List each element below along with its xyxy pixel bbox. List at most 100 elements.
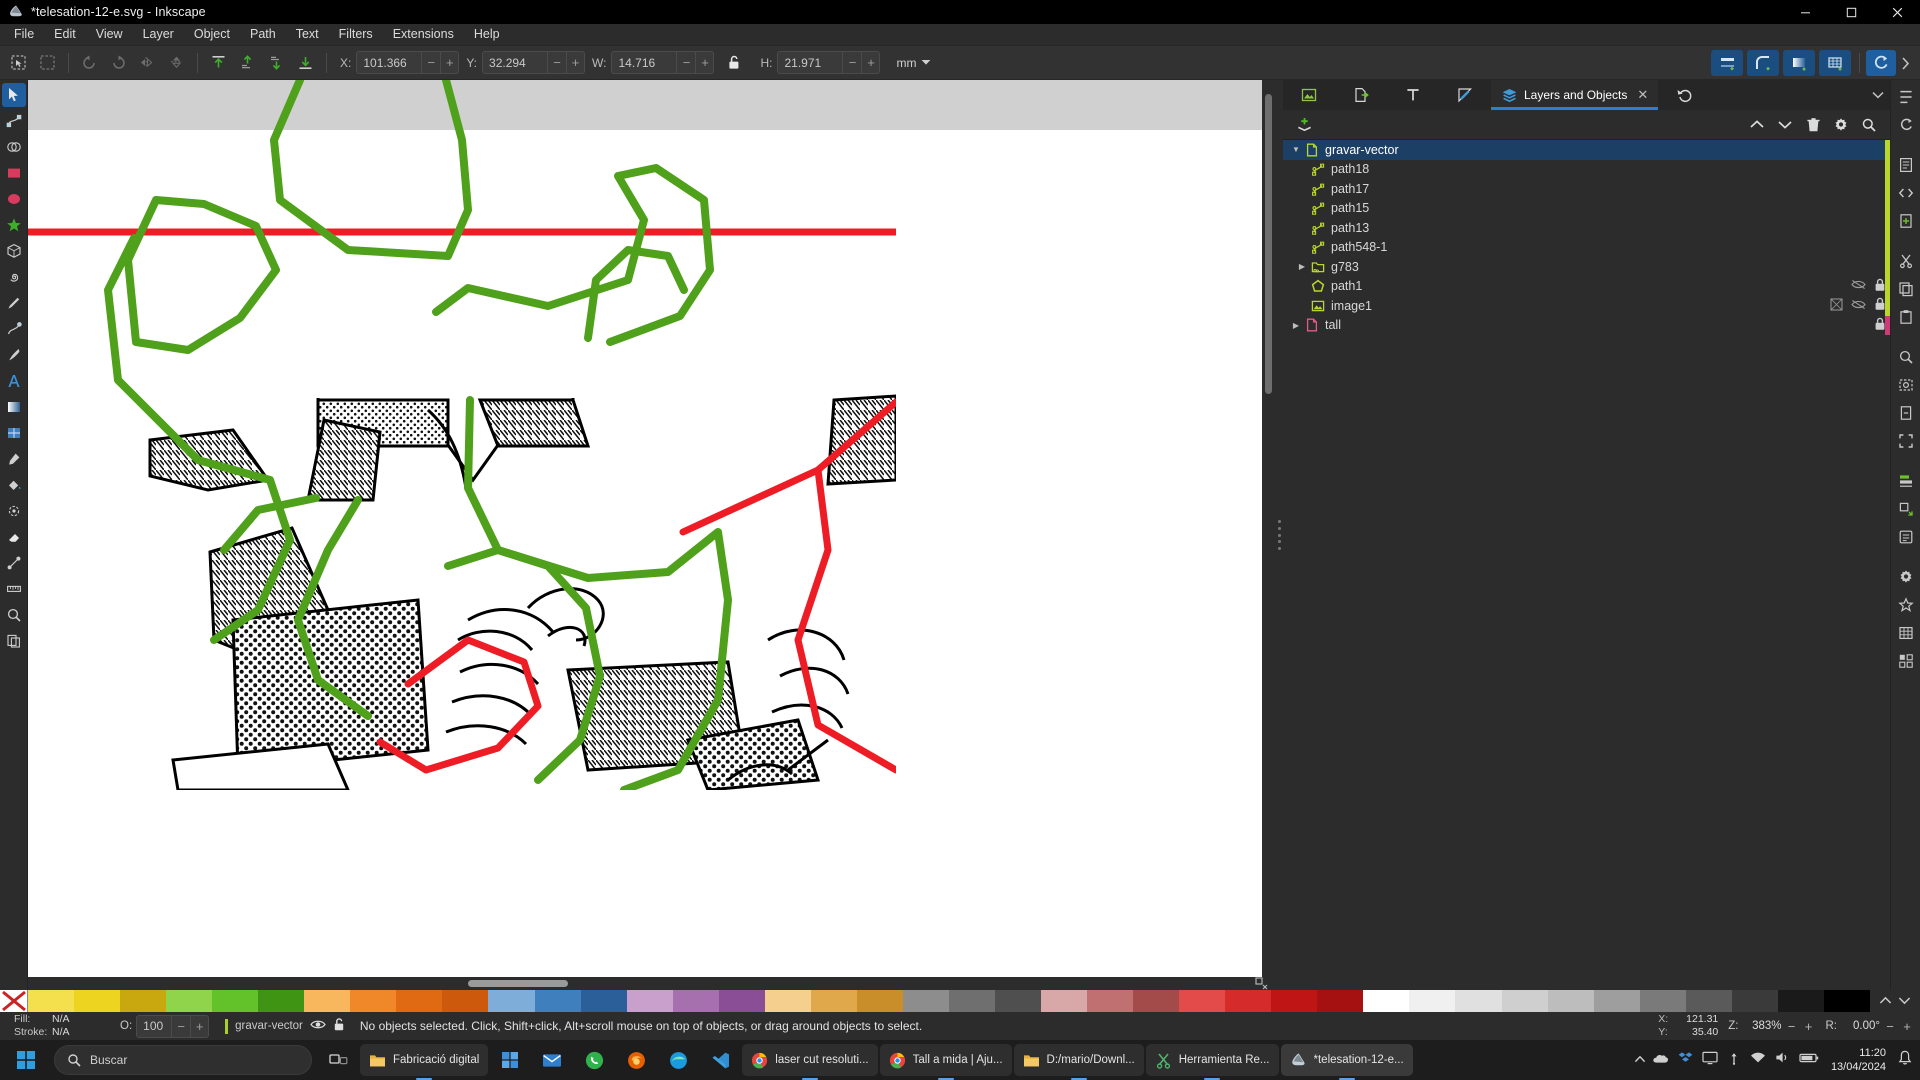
menu-object[interactable]: Object [184,24,240,45]
twisty-open-icon[interactable]: ▼ [1289,145,1303,154]
menu-edit[interactable]: Edit [44,24,86,45]
snap-controls-button[interactable] [1893,112,1919,138]
taskbar-clock[interactable]: 11:20 13/04/2024 [1825,1046,1892,1074]
zoom-fit-button[interactable] [1893,428,1919,454]
taskbar-item-fabricacio-digital[interactable]: Fabricació digital [360,1044,489,1076]
align-distribute-button[interactable] [1893,468,1919,494]
display-icon[interactable] [1702,1051,1718,1070]
palette-swatch[interactable] [120,990,167,1012]
rotation-control[interactable]: R: 0.00° − + [1826,1018,1915,1034]
maximize-button[interactable] [1828,0,1874,24]
preferences-button[interactable] [1893,564,1919,590]
zoom-value[interactable]: 383% [1742,1020,1781,1032]
taskbar-item-inkscape[interactable]: *telesation-12-e... [1280,1044,1413,1076]
taskbar-search[interactable]: Buscar [54,1045,312,1075]
dropbox-icon[interactable] [1678,1051,1693,1070]
menu-help[interactable]: Help [464,24,510,45]
tree-row-path548-1[interactable]: path548-1 [1283,237,1890,257]
palette-swatch[interactable] [488,990,535,1012]
zoom-in-button[interactable]: + [1802,1018,1816,1034]
deselect-button[interactable] [34,49,61,76]
palette-swatch[interactable] [1041,990,1088,1012]
taskbar-item-widgets[interactable] [490,1041,530,1079]
eraser-tool[interactable] [2,525,26,549]
connector-tool[interactable] [2,551,26,575]
palette-swatch[interactable] [902,990,949,1012]
zoom-drawing-button[interactable] [1893,344,1919,370]
palette-swatch[interactable] [1823,990,1870,1012]
flip-vertical-button[interactable] [163,49,190,76]
opacity-decrement[interactable]: − [172,1016,190,1037]
palette-swatch[interactable] [1271,990,1318,1012]
layer-settings-button[interactable] [1828,113,1854,137]
rotation-increment-button[interactable]: + [1900,1018,1914,1034]
palette-swatch[interactable] [764,990,811,1012]
y-decrement[interactable]: − [548,52,566,73]
y-field[interactable]: − + [482,51,586,74]
clip-indicator-icon[interactable] [1830,298,1843,314]
palette-swatch[interactable] [1455,990,1502,1012]
move-layer-down-button[interactable] [1772,113,1798,137]
h-decrement[interactable]: − [843,52,861,73]
h-input[interactable] [778,52,843,73]
menu-layer[interactable]: Layer [133,24,184,45]
x-decrement[interactable]: − [422,52,440,73]
menu-view[interactable]: View [86,24,133,45]
tab-layers-objects[interactable]: Layers and Objects ✕ [1491,80,1659,110]
object-properties-button[interactable] [1893,524,1919,550]
w-input[interactable] [612,52,677,73]
tree-row-path17[interactable]: path17 [1283,179,1890,199]
palette-swatch[interactable] [1179,990,1226,1012]
opacity-input[interactable] [137,1015,172,1037]
horizontal-scroll-thumb[interactable] [468,980,568,987]
palette-scroll-up-button[interactable] [1879,992,1892,1010]
pencil-tool[interactable] [2,291,26,315]
tray-overflow-button[interactable] [1634,1051,1646,1069]
tab-fill-stroke[interactable] [1439,80,1491,110]
tree-row-tall[interactable]: ▶ tall [1283,315,1890,335]
tree-row-path18[interactable]: path18 [1283,159,1890,179]
sound-icon[interactable] [1775,1051,1790,1069]
palette-swatch[interactable] [1593,990,1640,1012]
dropper-tool[interactable] [2,447,26,471]
h-increment[interactable]: + [861,52,879,73]
palette-scroll-down-button[interactable] [1898,992,1911,1010]
minimize-button[interactable] [1782,0,1828,24]
affect-patterns-button[interactable] [1819,50,1851,76]
palette-swatch[interactable] [1225,990,1272,1012]
start-button[interactable] [4,1040,48,1080]
xml-editor-button[interactable] [1893,180,1919,206]
twisty-closed-icon[interactable]: ▶ [1295,262,1309,271]
transform-button[interactable] [1893,496,1919,522]
palette-swatch[interactable] [1363,990,1410,1012]
palette-swatch[interactable] [994,990,1042,1012]
palette-swatch[interactable] [672,990,719,1012]
taskbar-item-downloads[interactable]: D:/mario/Downl... [1013,1044,1144,1076]
layer-visibility-toggle[interactable] [310,1018,326,1034]
affect-stroke-width-button[interactable] [1711,50,1743,76]
select-all-button[interactable] [5,49,32,76]
no-color-swatch[interactable] [0,990,28,1012]
layer-lock-toggle[interactable] [333,1017,346,1035]
lower-button[interactable] [263,49,290,76]
palette-swatch[interactable] [350,990,397,1012]
palette-swatch[interactable] [948,990,995,1012]
palette-swatch[interactable] [1731,990,1778,1012]
calligraphy-tool[interactable] [2,343,26,367]
star-tool[interactable] [2,213,26,237]
palette-swatch[interactable] [856,990,903,1012]
x-field[interactable]: − + [356,51,460,74]
x-input[interactable] [357,52,422,73]
lower-to-bottom-button[interactable] [292,49,319,76]
notification-button[interactable] [1898,1050,1912,1071]
paste-button[interactable] [1893,304,1919,330]
mesh-tool[interactable] [2,421,26,445]
pen-tool[interactable] [2,317,26,341]
move-layer-up-button[interactable] [1744,113,1770,137]
palette-swatch[interactable] [258,990,305,1012]
menu-filters[interactable]: Filters [329,24,383,45]
toolbar-overflow-button[interactable] [1896,50,1914,76]
rotate-cw-button[interactable] [105,49,132,76]
dock-resize-handle[interactable] [1275,80,1283,990]
canvas-horizontal-scrollbar[interactable] [28,977,1247,990]
